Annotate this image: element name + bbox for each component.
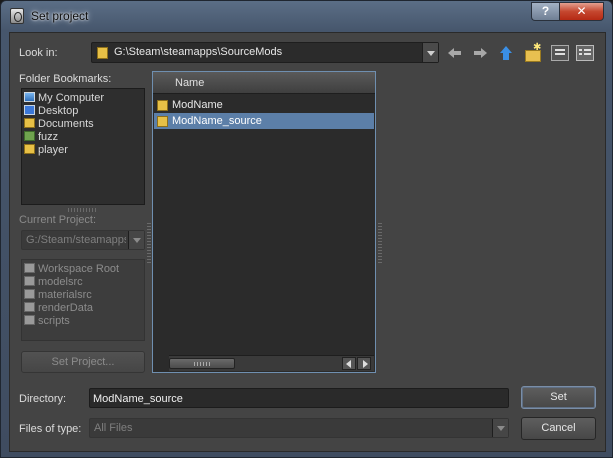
cancel-button[interactable]: Cancel [521, 417, 596, 440]
folder-icon [97, 47, 108, 59]
set-project-button[interactable]: Set Project... [21, 351, 145, 373]
chevron-down-icon[interactable] [422, 43, 438, 62]
folder-icon [24, 118, 35, 128]
close-button[interactable]: ✕ [559, 2, 604, 21]
scrollbar-thumb[interactable] [169, 358, 235, 369]
window-title: Set project [31, 9, 89, 23]
folder-icon [24, 144, 35, 154]
title-bar[interactable]: Set project ? ✕ [1, 1, 613, 31]
bookmark-item[interactable]: player [24, 144, 68, 157]
current-project-combo[interactable]: G:/Steam/steamapps [21, 230, 145, 250]
horizontal-splitter[interactable] [68, 208, 98, 212]
folder-icon [24, 263, 35, 273]
folder-icon [24, 276, 35, 286]
bookmark-item[interactable]: fuzz [24, 131, 58, 144]
project-folder-item[interactable]: modelsrc [24, 276, 83, 289]
files-of-type-label: Files of type: [19, 423, 82, 435]
bookmark-item[interactable]: Documents [24, 118, 94, 131]
up-folder-icon[interactable] [497, 45, 515, 61]
file-icon [24, 131, 35, 141]
set-button[interactable]: Set [521, 386, 596, 409]
back-arrow-icon[interactable] [446, 45, 464, 61]
project-folders-list[interactable]: Workspace Root modelsrc materialsrc rend… [21, 259, 145, 341]
new-folder-icon[interactable] [524, 42, 542, 62]
look-in-value: G:\Steam\steamapps\SourceMods [114, 46, 283, 58]
files-of-type-value: All Files [94, 422, 133, 434]
project-folder-item[interactable]: Workspace Root [24, 263, 119, 276]
horizontal-scrollbar[interactable] [169, 355, 374, 371]
chevron-down-icon[interactable] [492, 419, 508, 437]
project-folder-item[interactable]: renderData [24, 302, 93, 315]
forward-arrow-icon[interactable] [471, 45, 489, 61]
folder-icon [157, 100, 168, 111]
look-in-combo[interactable]: G:\Steam\steamapps\SourceMods [91, 42, 439, 63]
project-folder-item[interactable]: materialsrc [24, 289, 92, 302]
directory-input[interactable] [93, 391, 503, 406]
scroll-left-icon[interactable] [342, 357, 356, 370]
folder-icon [24, 315, 35, 325]
desktop-icon [24, 105, 35, 115]
detail-view-icon[interactable] [576, 45, 594, 61]
current-project-value: G:/Steam/steamapps [26, 234, 126, 246]
folder-icon [157, 116, 168, 127]
app-icon [10, 8, 24, 24]
name-column-header[interactable]: Name [153, 72, 375, 94]
directory-field[interactable] [89, 388, 509, 408]
bookmarks-list[interactable]: My Computer Desktop Documents fuzz playe… [21, 88, 145, 205]
vertical-splitter[interactable] [147, 223, 151, 263]
bookmarks-label: Folder Bookmarks: [19, 73, 112, 85]
dialog-window: Set project ? ✕ Look in: G:\Steam\steama… [0, 0, 613, 458]
vertical-splitter[interactable] [378, 223, 382, 263]
bookmark-item[interactable]: Desktop [24, 105, 78, 118]
computer-icon [24, 92, 35, 102]
dialog-client-area: Look in: G:\Steam\steamapps\SourceMods F… [9, 32, 606, 452]
bookmark-item[interactable]: My Computer [24, 92, 104, 105]
file-list-view[interactable]: Name ModName ModName_source [152, 71, 376, 373]
look-in-label: Look in: [19, 47, 58, 59]
chevron-down-icon[interactable] [128, 231, 144, 249]
current-project-label: Current Project: [19, 214, 97, 226]
file-list-item[interactable]: ModName [154, 97, 374, 113]
folder-icon [24, 302, 35, 312]
scroll-right-icon[interactable] [357, 357, 371, 370]
project-folder-item[interactable]: scripts [24, 315, 70, 328]
file-list-item-selected[interactable]: ModName_source [154, 113, 374, 129]
folder-icon [24, 289, 35, 299]
files-of-type-combo[interactable]: All Files [89, 418, 509, 438]
list-view-icon[interactable] [551, 45, 569, 61]
help-button[interactable]: ? [531, 2, 559, 21]
directory-label: Directory: [19, 393, 67, 405]
